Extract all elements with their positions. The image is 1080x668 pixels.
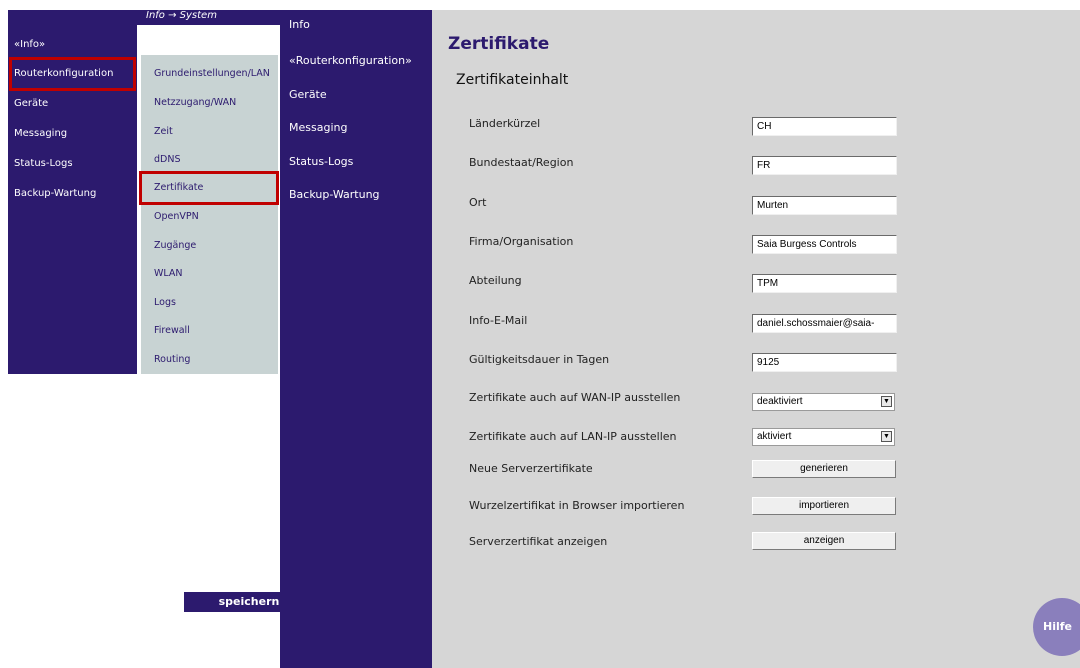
region-input[interactable]: FR — [752, 156, 897, 175]
submenu-item-openvpn[interactable]: OpenVPN — [141, 206, 278, 228]
submenu-item-logs[interactable]: Logs — [141, 292, 278, 314]
wan-ip-select-value: deaktiviert — [757, 396, 803, 407]
main-nav: Info «Routerkonfiguration» Geräte Messag… — [280, 10, 432, 668]
main-nav-item-messaging[interactable]: Messaging — [280, 117, 432, 139]
submenu-item-ddns[interactable]: dDNS — [141, 149, 278, 171]
save-button[interactable]: speichern — [184, 592, 314, 612]
submenu-item-wlan[interactable]: WLAN — [141, 263, 278, 285]
action-label-serverzertifikat: Serverzertifikat anzeigen — [469, 535, 608, 548]
field-label-gueltigkeit: Gültigkeitsdauer in Tagen — [469, 353, 610, 366]
submenu-item-firewall[interactable]: Firewall — [141, 320, 278, 342]
main-nav-item-routerkonfiguration[interactable]: «Routerkonfiguration» — [280, 50, 432, 72]
highlight-routerkonfiguration — [9, 57, 136, 91]
generieren-button[interactable]: generieren — [752, 460, 896, 478]
content-panel: Zertifikate Zertifikateinhalt Länderkürz… — [432, 10, 1080, 668]
abteilung-input[interactable]: TPM — [752, 274, 897, 293]
select-label-wan-ip: Zertifikate auch auf WAN-IP ausstellen — [469, 391, 681, 404]
dropdown-arrow-icon: ▼ — [881, 431, 892, 442]
action-label-wurzelzertifikat: Wurzelzertifikat in Browser importieren — [469, 499, 685, 512]
lan-ip-select-value: aktiviert — [757, 431, 792, 442]
nav-item-geraete[interactable]: Geräte — [8, 93, 137, 115]
main-nav-item-info[interactable]: Info — [280, 14, 432, 36]
main-nav-item-geraete[interactable]: Geräte — [280, 84, 432, 106]
submenu-item-netzzugang[interactable]: Netzzugang/WAN — [141, 92, 278, 114]
email-input[interactable]: daniel.schossmaier@saia- — [752, 314, 897, 333]
submenu-item-routing[interactable]: Routing — [141, 349, 278, 371]
submenu-item-zugaenge[interactable]: Zugänge — [141, 235, 278, 257]
field-label-email: Info-E-Mail — [469, 314, 528, 327]
submenu-item-zeit[interactable]: Zeit — [141, 121, 278, 143]
select-label-lan-ip: Zertifikate auch auf LAN-IP ausstellen — [469, 430, 677, 443]
field-label-laenderkuerzel: Länderkürzel — [469, 117, 541, 130]
field-label-region: Bundestaat/Region — [469, 156, 574, 169]
field-label-firma: Firma/Organisation — [469, 235, 574, 248]
breadcrumb: Info → System — [146, 10, 217, 21]
nav-item-info[interactable]: «Info» — [8, 34, 137, 56]
lan-ip-select[interactable]: aktiviert ▼ — [752, 428, 895, 446]
firma-input[interactable]: Saia Burgess Controls — [752, 235, 897, 254]
submenu-item-grundeinstellungen[interactable]: Grundeinstellungen/LAN — [141, 63, 278, 85]
wan-ip-select[interactable]: deaktiviert ▼ — [752, 393, 895, 411]
page-title: Zertifikate — [448, 34, 550, 54]
dropdown-arrow-icon: ▼ — [881, 396, 892, 407]
submenu: Grundeinstellungen/LAN Netzzugang/WAN Ze… — [141, 55, 278, 374]
nav-item-backup-wartung[interactable]: Backup-Wartung — [8, 183, 137, 205]
main-nav-item-status-logs[interactable]: Status-Logs — [280, 151, 432, 173]
ort-input[interactable]: Murten — [752, 196, 897, 215]
action-label-neue-serverzertifikate: Neue Serverzertifikate — [469, 462, 593, 475]
highlight-zertifikate — [139, 171, 279, 205]
field-label-abteilung: Abteilung — [469, 274, 522, 287]
importieren-button[interactable]: importieren — [752, 497, 896, 515]
nav-item-status-logs[interactable]: Status-Logs — [8, 153, 137, 175]
gueltigkeit-input[interactable]: 9125 — [752, 353, 897, 372]
nav-item-messaging[interactable]: Messaging — [8, 123, 137, 145]
anzeigen-button[interactable]: anzeigen — [752, 532, 896, 550]
section-title: Zertifikateinhalt — [456, 72, 569, 88]
field-label-ort: Ort — [469, 196, 487, 209]
laenderkuerzel-input[interactable]: CH — [752, 117, 897, 136]
main-nav-item-backup-wartung[interactable]: Backup-Wartung — [280, 184, 432, 206]
